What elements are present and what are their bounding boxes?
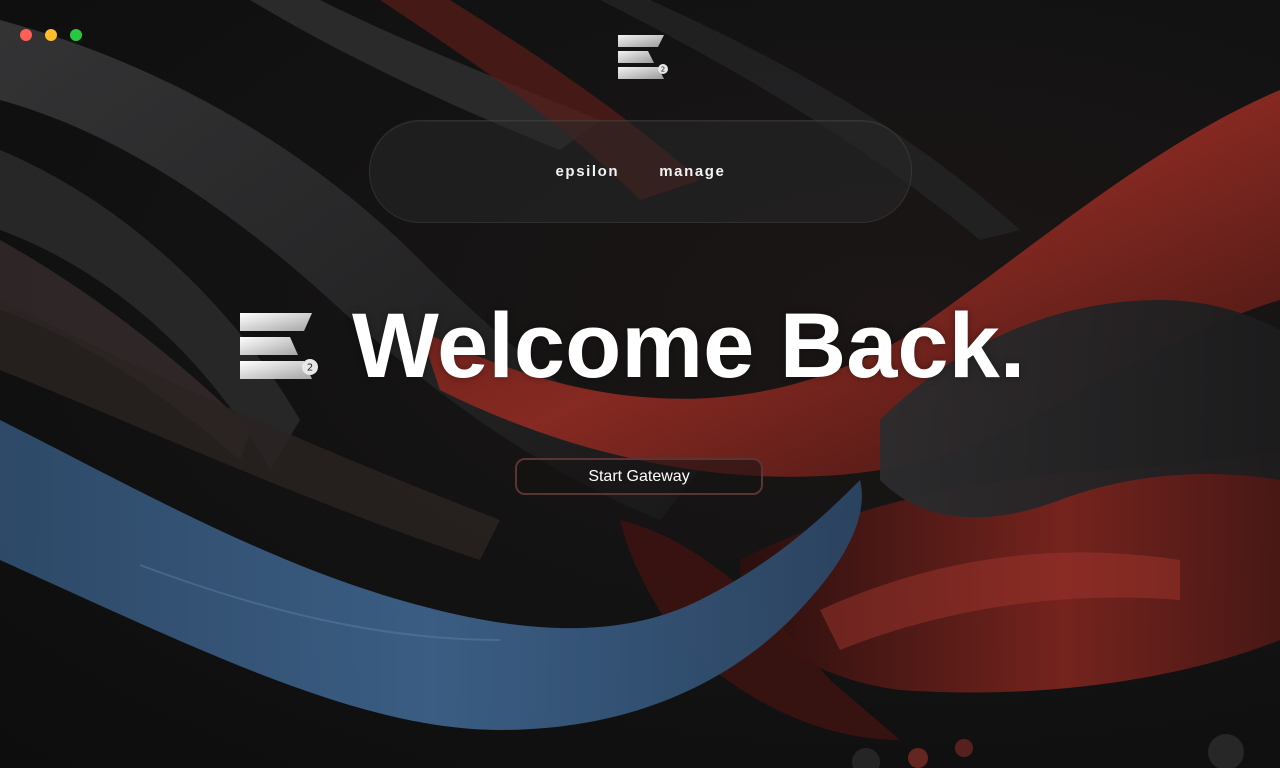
hero-section: 2 Welcome Back. <box>236 296 1025 396</box>
maximize-window-button[interactable] <box>70 29 82 41</box>
hero-logo-icon: 2 <box>240 313 318 379</box>
top-navigation: epsilon manage <box>369 120 912 223</box>
hero-logo-badge-text: 2 <box>307 363 313 374</box>
brand-logo-icon[interactable]: 2 <box>614 33 670 83</box>
page-title: Welcome Back. <box>352 295 1026 397</box>
minimize-window-button[interactable] <box>45 29 57 41</box>
nav-item-epsilon[interactable]: epsilon <box>555 163 619 180</box>
window-controls <box>20 29 82 41</box>
logo-badge-text: 2 <box>661 66 665 74</box>
close-window-button[interactable] <box>20 29 32 41</box>
nav-item-manage[interactable]: manage <box>659 163 725 180</box>
start-gateway-button[interactable]: Start Gateway <box>515 458 763 495</box>
app-window: 2 epsilon manage 2 Welcome Back. Start G… <box>0 0 1280 768</box>
